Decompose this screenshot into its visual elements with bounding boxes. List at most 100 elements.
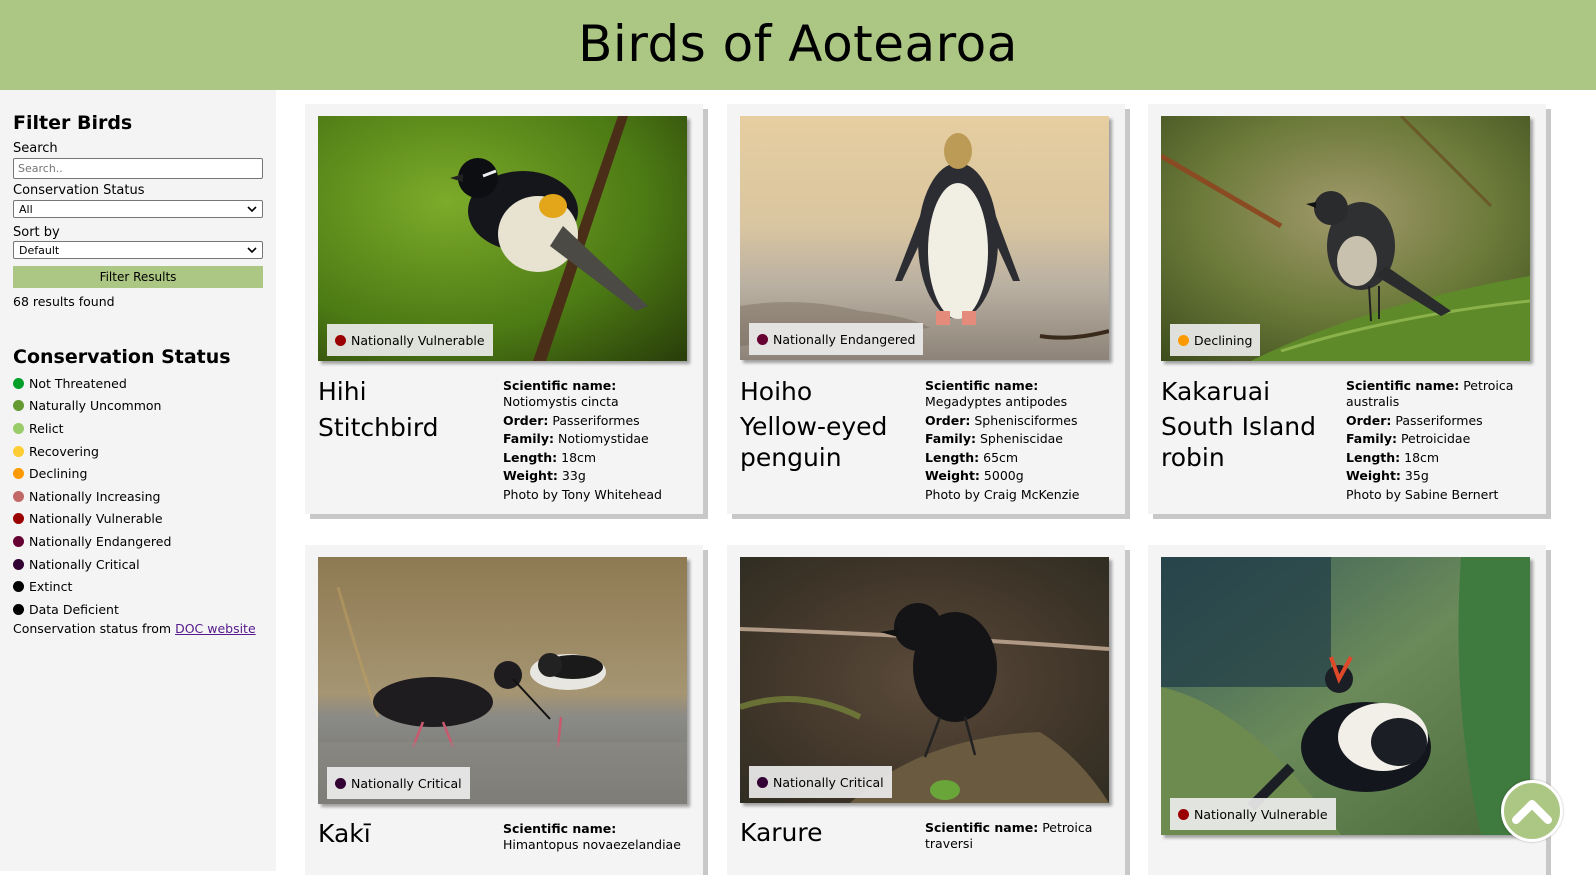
maori-name: Hihi [318, 377, 367, 406]
bird-names: Kakī [318, 817, 371, 850]
status-dot [335, 334, 346, 346]
length-label: Length: [503, 449, 558, 465]
order-value: Passeriformes [1395, 412, 1483, 428]
legend-item: Naturally Uncommon [13, 395, 171, 418]
bird-card: Nationally Vulnerable Hihi Stitchbird Sc… [305, 104, 703, 514]
status-label: Nationally Critical [351, 775, 462, 791]
filter-results-button[interactable]: Filter Results [13, 266, 263, 288]
conservation-status-label: Conservation Status [13, 183, 145, 198]
bird-photo-kakaruai: Declining [1161, 116, 1530, 361]
status-label: Declining [1194, 332, 1253, 348]
weight-label: Weight: [1346, 468, 1401, 483]
status-label: Nationally Vulnerable [351, 332, 485, 348]
filter-title: Filter Birds [13, 112, 133, 134]
legend-dot [13, 581, 24, 593]
legend-dot [13, 468, 24, 480]
legend-item: Relict [13, 417, 171, 440]
legend-label: Not Threatened [29, 375, 127, 391]
search-input[interactable] [13, 158, 263, 179]
status-label: Nationally Endangered [773, 331, 916, 347]
status-dot [335, 777, 346, 789]
scroll-to-top-button[interactable] [1501, 780, 1563, 842]
bird-card: Nationally Vulnerable [1148, 545, 1546, 875]
scientific-label: Scientific name: [1346, 378, 1460, 393]
length-value: 65cm [983, 449, 1019, 465]
order-value: Sphenisciformes [974, 412, 1078, 428]
bird-names: Hihi Stitchbird [318, 375, 439, 444]
family-label: Family: [503, 431, 554, 446]
page-header: Birds of Aotearoa [0, 0, 1596, 90]
legend-label: Nationally Critical [29, 556, 140, 572]
sort-value: Default [19, 243, 60, 257]
legend-item: Nationally Vulnerable [13, 508, 171, 531]
conservation-status-select[interactable]: All [13, 200, 263, 218]
family-label: Family: [925, 431, 976, 446]
legend-label: Nationally Increasing [29, 488, 161, 504]
weight-value: 35g [1404, 468, 1429, 483]
filter-sidebar: Filter Birds Search Conservation Status … [0, 90, 276, 871]
legend-item: Declining [13, 462, 171, 485]
english-name: Yellow-eyed penguin [740, 412, 888, 472]
bird-photo-karure: Nationally Critical [740, 557, 1109, 803]
status-source: Conservation status from DOC website [13, 621, 256, 636]
legend-item: Nationally Endangered [13, 530, 171, 553]
scientific-name: Himantopus novaezelandiae [503, 837, 681, 852]
conservation-legend: Not Threatened Naturally Uncommon Relict Re… [13, 372, 171, 621]
legend-dot [13, 377, 24, 389]
legend-dot [13, 603, 24, 615]
sort-select[interactable]: Default [13, 241, 263, 259]
legend-title: Conservation Status [13, 346, 231, 368]
weight-value: 5000g [983, 468, 1024, 483]
conservation-status-value: All [19, 202, 33, 216]
order-label: Order: [503, 412, 549, 428]
bird-photo-card6: Nationally Vulnerable [1161, 557, 1530, 835]
bird-photo-image [1161, 557, 1530, 835]
scientific-name: Notiomystis cincta [503, 394, 619, 409]
bird-details: Scientific name: Megadyptes antipodes Or… [925, 378, 1115, 505]
bird-names: Karure [740, 816, 823, 849]
scientific-label: Scientific name: [925, 820, 1039, 835]
legend-label: Nationally Vulnerable [29, 511, 163, 527]
scientific-name: Megadyptes antipodes [925, 394, 1068, 409]
status-dot [1178, 808, 1189, 820]
legend-item: Extinct [13, 575, 171, 598]
family-value: Petroicidae [1400, 431, 1471, 446]
bird-details: Scientific name: Notiomystis cincta Orde… [503, 378, 693, 505]
bird-names: Hoiho Yellow-eyed penguin [740, 375, 910, 473]
order-value: Passeriformes [552, 412, 640, 428]
bird-details: Scientific name: Petroica traversi [925, 820, 1115, 855]
weight-label: Weight: [925, 468, 980, 483]
legend-item: Not Threatened [13, 372, 171, 395]
chevron-up-icon [1512, 800, 1552, 824]
chevron-down-icon [247, 205, 257, 212]
bird-card: Nationally Critical Kakī Scientific name… [305, 545, 703, 875]
maori-name: Kakī [318, 819, 371, 848]
doc-website-link[interactable]: DOC website [175, 621, 256, 636]
sort-label: Sort by [13, 225, 60, 240]
scientific-label: Scientific name: [503, 821, 617, 836]
status-badge: Nationally Critical [749, 766, 892, 798]
maori-name: Kakaruai [1161, 377, 1271, 406]
bird-photo-kaki: Nationally Critical [318, 557, 687, 804]
status-dot [757, 776, 768, 788]
legend-dot [13, 400, 24, 412]
bird-names: Kakaruai South Island robin [1161, 375, 1321, 473]
length-value: 18cm [561, 449, 597, 465]
legend-item: Nationally Increasing [13, 485, 171, 508]
photo-credit: Photo by Tony Whitehead [503, 486, 662, 502]
status-badge: Nationally Endangered [749, 323, 924, 355]
status-label: Nationally Vulnerable [1194, 806, 1328, 822]
bird-photo-hihi: Nationally Vulnerable [318, 116, 687, 361]
legend-label: Extinct [29, 579, 73, 595]
legend-label: Recovering [29, 443, 99, 459]
page-title: Birds of Aotearoa [578, 15, 1018, 73]
legend-label: Relict [29, 420, 64, 436]
order-label: Order: [925, 412, 971, 428]
status-badge: Nationally Critical [327, 767, 470, 799]
length-label: Length: [925, 449, 980, 465]
family-label: Family: [1346, 431, 1397, 446]
maori-name: Karure [740, 818, 823, 847]
status-badge: Nationally Vulnerable [327, 324, 493, 356]
length-value: 18cm [1404, 449, 1440, 465]
chevron-down-icon [247, 246, 257, 253]
